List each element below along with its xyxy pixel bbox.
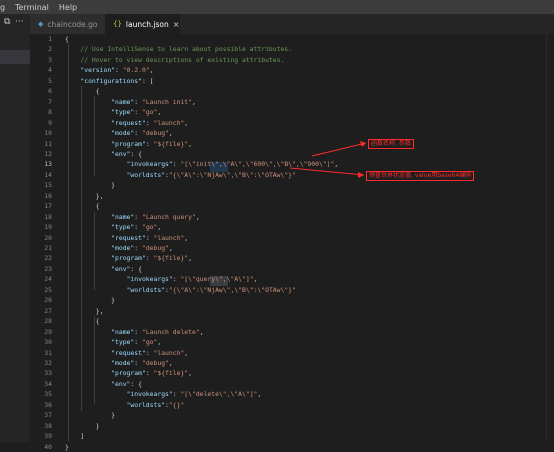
arrow-line-state [289,167,365,176]
annotation-function-args: 函数名称, 参数 [368,139,414,149]
code-token: } [65,442,69,451]
code-text: } [65,442,69,452]
arrow-head-state [358,172,364,178]
annotation-world-state: 预置世界状态值, value用base64编码 [366,171,475,181]
line-number: 40 [44,442,52,451]
annotation-arrows [289,141,367,178]
arrow-line-function [311,142,367,157]
code-line[interactable]: 40} [30,442,554,452]
